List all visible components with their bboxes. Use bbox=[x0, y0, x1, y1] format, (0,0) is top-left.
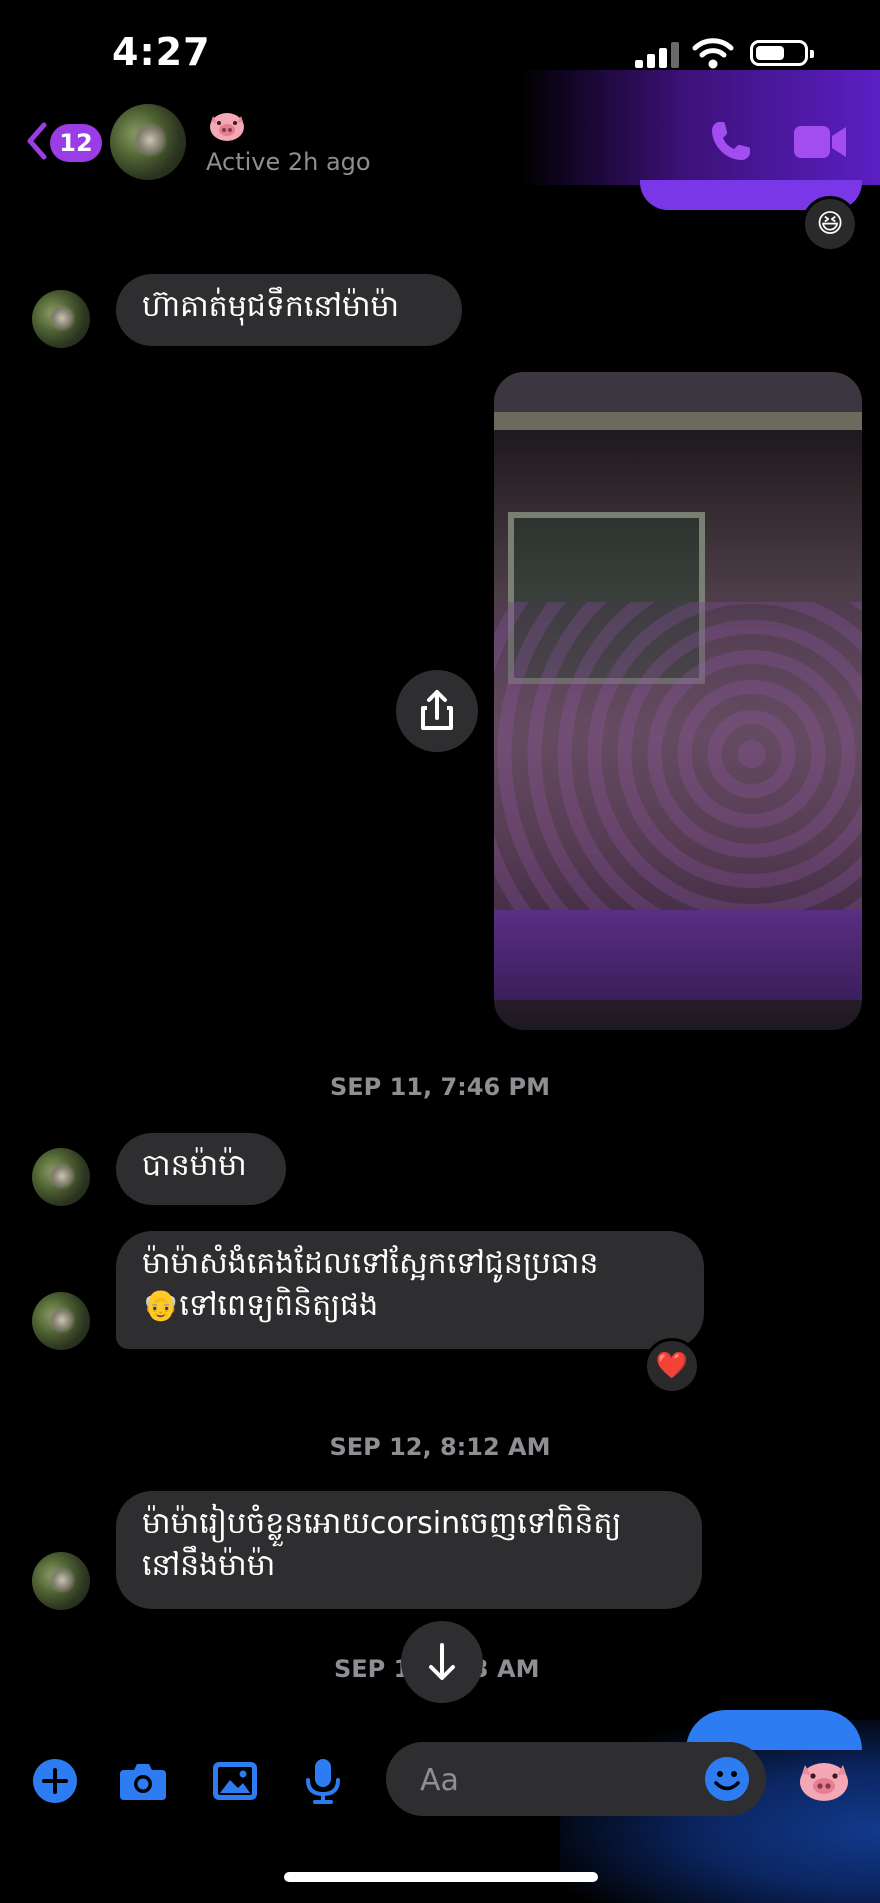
contact-name-pig-icon[interactable] bbox=[208, 110, 246, 142]
phone-icon[interactable] bbox=[706, 118, 754, 166]
gallery-icon[interactable] bbox=[210, 1756, 260, 1806]
scroll-to-bottom-button[interactable] bbox=[401, 1621, 483, 1703]
back-button[interactable]: 12 bbox=[26, 118, 102, 166]
message-bubble[interactable]: ហ៊ាគាត់មុជទឹកនៅម៉ាម៉ា bbox=[116, 274, 462, 346]
arrow-down-icon bbox=[429, 1643, 455, 1680]
pig-quick-reaction-icon[interactable] bbox=[798, 1758, 850, 1802]
message-line: 👴ទៅពេទ្យពិនិត្យផង bbox=[142, 1285, 678, 1327]
battery-icon bbox=[750, 40, 814, 66]
sender-avatar[interactable] bbox=[32, 1552, 90, 1610]
heart-reaction-badge[interactable]: ❤️ bbox=[644, 1338, 700, 1394]
date-separator-left: SEP 1 bbox=[334, 1655, 411, 1683]
old-man-emoji: 👴 bbox=[142, 1288, 180, 1323]
share-icon bbox=[421, 690, 453, 730]
plus-icon[interactable] bbox=[30, 1756, 80, 1806]
camera-icon[interactable] bbox=[118, 1756, 168, 1806]
cellular-signal-icon bbox=[635, 42, 679, 68]
emoji-icon[interactable] bbox=[702, 1754, 752, 1804]
message-line-text: ទៅពេទ្យពិនិត្យផង bbox=[179, 1288, 379, 1323]
message-bubble[interactable]: ម៉ាម៉ារៀបចំខ្លួនអោយcorsinចេញទៅពិនិត្យ នៅ… bbox=[116, 1491, 702, 1609]
sender-avatar[interactable] bbox=[32, 290, 90, 348]
message-composer[interactable] bbox=[386, 1742, 766, 1816]
wifi-icon bbox=[692, 38, 734, 69]
message-line: ម៉ាម៉ារៀបចំខ្លួនអោយcorsinចេញទៅពិនិត្យ bbox=[142, 1506, 622, 1541]
home-indicator bbox=[284, 1872, 598, 1882]
sender-avatar[interactable] bbox=[32, 1148, 90, 1206]
message-line: នៅនឹងម៉ាម៉ា bbox=[142, 1548, 276, 1583]
date-separator: SEP 11, 7:46 PM bbox=[329, 1073, 551, 1101]
share-button[interactable] bbox=[396, 670, 478, 752]
laugh-reaction-badge[interactable]: 😆 bbox=[802, 196, 858, 252]
video-camera-icon[interactable] bbox=[792, 122, 848, 162]
status-time: 4:27 bbox=[112, 30, 211, 74]
contact-avatar[interactable] bbox=[110, 104, 186, 180]
message-line: ម៉ាម៉ាសំងំគេងដែលទៅស្អែកទៅជូនប្រធាន bbox=[142, 1246, 599, 1281]
message-bubble[interactable]: ម៉ាម៉ាសំងំគេងដែលទៅស្អែកទៅជូនប្រធាន 👴ទៅពេ… bbox=[116, 1231, 704, 1349]
date-separator: SEP 12, 8:12 AM bbox=[329, 1433, 551, 1461]
back-chevron-icon bbox=[27, 122, 47, 160]
sender-avatar[interactable] bbox=[32, 1292, 90, 1350]
active-status: Active 2h ago bbox=[206, 148, 371, 176]
microphone-icon[interactable] bbox=[298, 1756, 348, 1806]
unread-count-badge: 12 bbox=[50, 124, 102, 162]
shared-photo[interactable] bbox=[494, 372, 862, 1030]
message-input[interactable] bbox=[418, 1760, 682, 1800]
message-bubble[interactable]: បានម៉ាម៉ា bbox=[116, 1133, 286, 1205]
